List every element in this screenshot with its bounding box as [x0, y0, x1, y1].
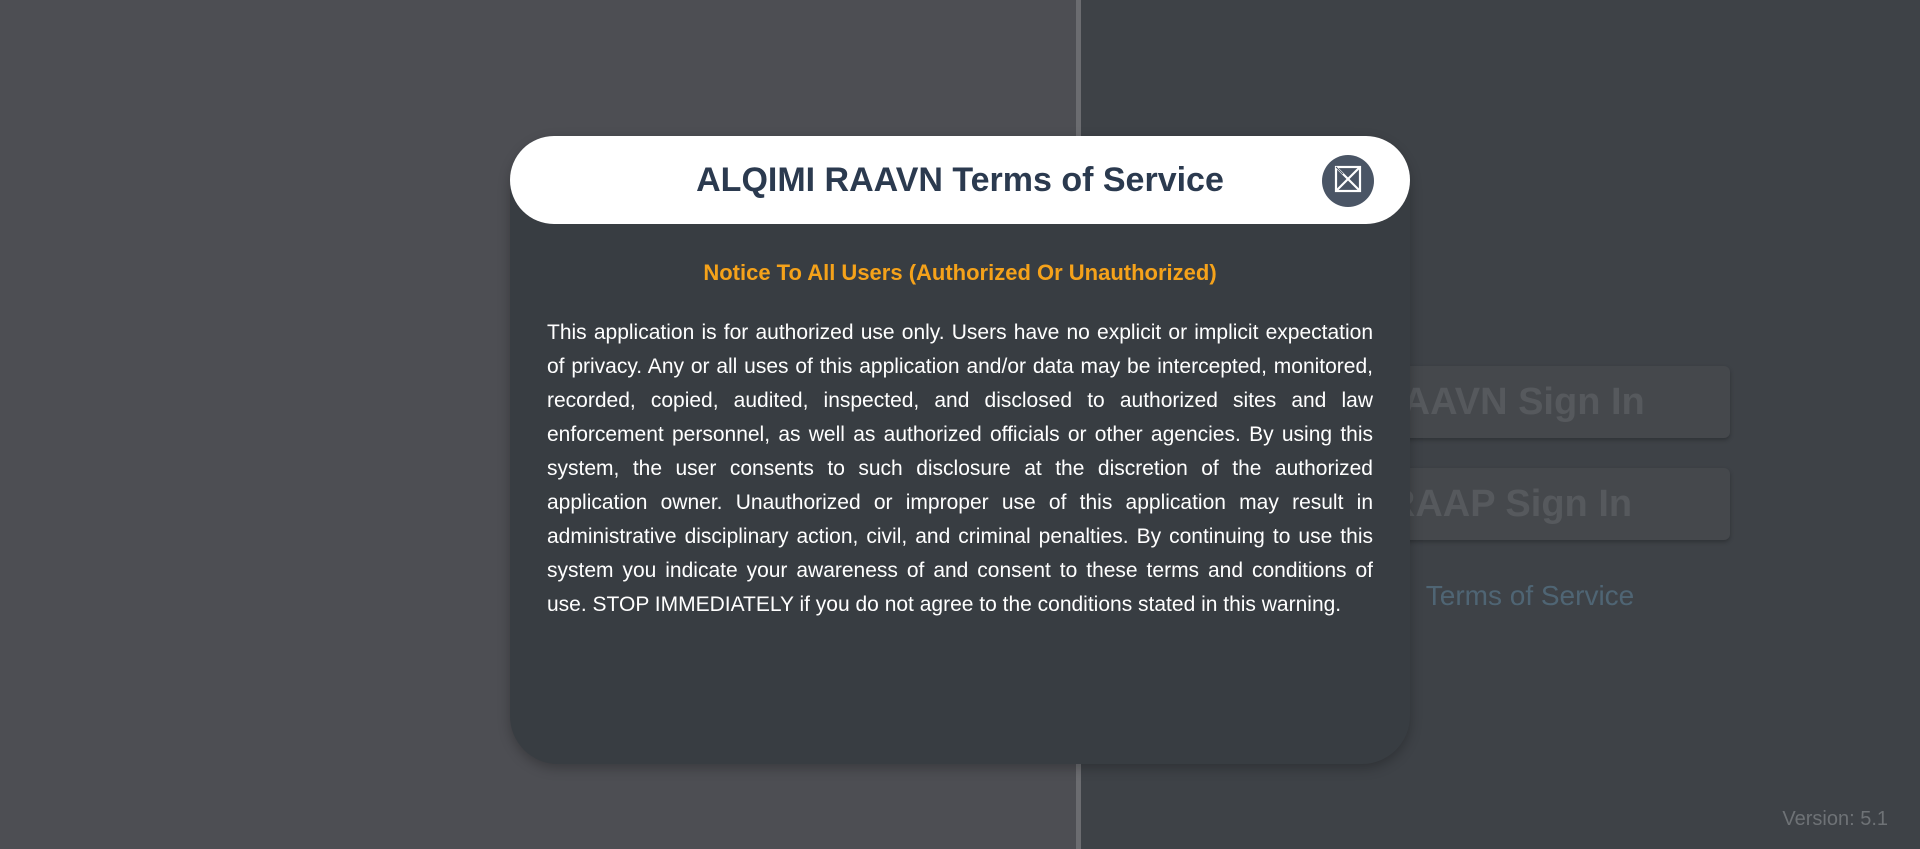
- raavn-sign-in-label: RAAVN Sign In: [1375, 380, 1645, 423]
- modal-header: ALQIMI RAAVN Terms of Service: [510, 136, 1410, 224]
- modal-title: ALQIMI RAAVN Terms of Service: [696, 161, 1224, 199]
- page: RAAVN Sign In RAAP Sign In Terms of Serv…: [0, 0, 1920, 849]
- close-button[interactable]: [1322, 155, 1374, 207]
- notice-body: This application is for authorized use o…: [547, 321, 1373, 616]
- close-icon: [1333, 164, 1363, 199]
- version-label: Version: 5.1: [1782, 808, 1888, 830]
- terms-of-service-modal: ALQIMI RAAVN Terms of Service Notice To …: [510, 136, 1410, 764]
- notice-heading: Notice To All Users (Authorized Or Unaut…: [703, 260, 1217, 285]
- raap-sign-in-label: RAAP Sign In: [1387, 482, 1633, 525]
